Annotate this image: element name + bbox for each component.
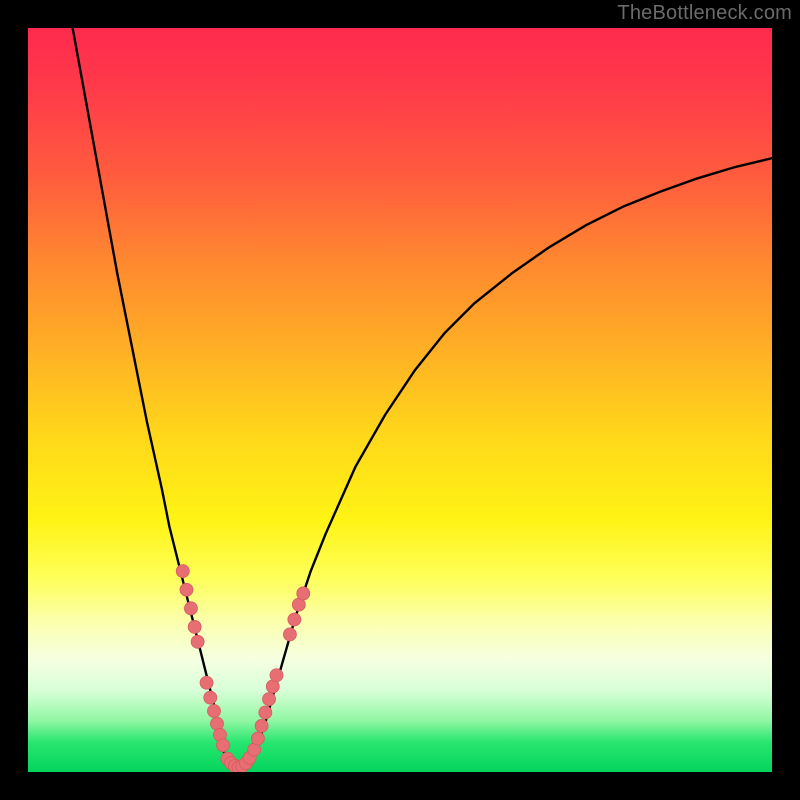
data-point <box>208 704 221 717</box>
watermark-label: TheBottleneck.com <box>617 2 792 25</box>
chart-plot-area <box>28 28 772 772</box>
data-point <box>263 693 276 706</box>
data-points <box>176 565 310 772</box>
data-point <box>255 719 268 732</box>
data-point <box>283 628 296 641</box>
data-point <box>191 635 204 648</box>
data-point <box>188 620 201 633</box>
data-point <box>251 732 264 745</box>
data-point <box>297 587 310 600</box>
data-point <box>184 602 197 615</box>
bottleneck-curve <box>73 28 772 768</box>
chart-svg <box>28 28 772 772</box>
data-point <box>200 676 213 689</box>
curve-path <box>73 28 772 768</box>
data-point <box>270 669 283 682</box>
data-point <box>259 706 272 719</box>
data-point <box>204 691 217 704</box>
data-point <box>216 739 229 752</box>
chart-frame: TheBottleneck.com <box>0 0 800 800</box>
data-point <box>288 613 301 626</box>
data-point <box>176 565 189 578</box>
data-point <box>180 583 193 596</box>
